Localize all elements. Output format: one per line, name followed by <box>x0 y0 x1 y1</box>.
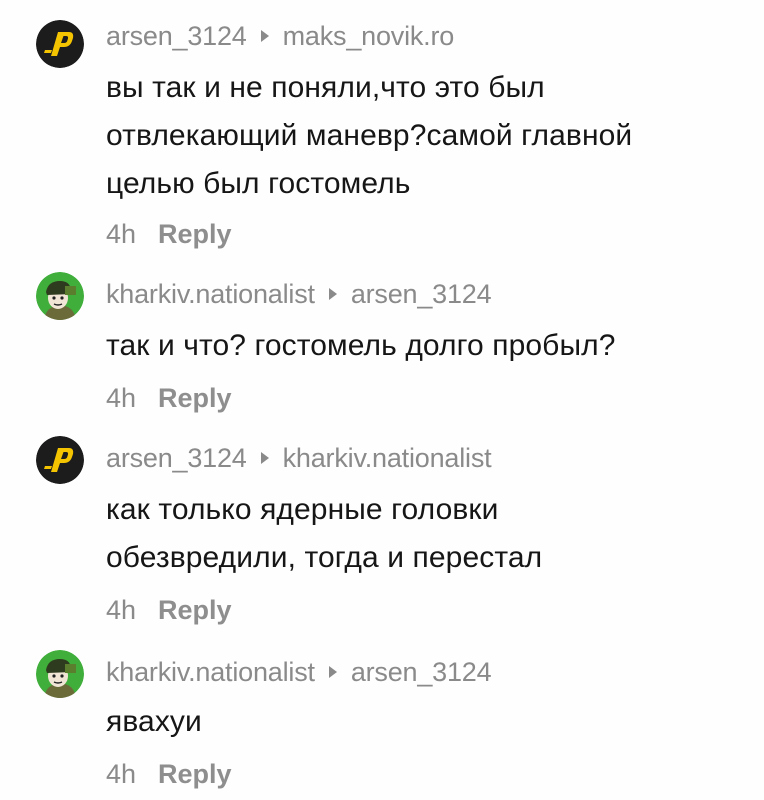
reply-button[interactable]: Reply <box>158 595 232 626</box>
comment-text-line: так и что? гостомель долго пробыл? <box>106 329 616 362</box>
reply-arrow-icon <box>328 666 337 678</box>
timestamp: 4h <box>106 594 137 625</box>
comment-thread: arsen_3124 maks_novik.ro вы так и не пон… <box>0 0 764 800</box>
comment-text-line: отвлекающий маневр?самой главной <box>106 119 633 152</box>
avatar[interactable] <box>36 650 84 698</box>
reply-button[interactable]: Reply <box>158 759 232 790</box>
author-name[interactable]: kharkiv.nationalist <box>106 279 315 310</box>
comment-footer: 4h Reply <box>106 756 232 792</box>
comment-footer: 4h Reply <box>106 216 232 252</box>
comment-footer: 4h Reply <box>106 380 232 416</box>
reply-to-name[interactable]: maks_novik.ro <box>283 21 455 52</box>
reply-to-name[interactable]: arsen_3124 <box>351 279 492 310</box>
comment-text: вы так и не поняли,что это был отвлекающ… <box>106 64 746 208</box>
comment-text-line: вы так и не поняли,что это был <box>106 71 545 104</box>
comment-text: как только ядерные головки обезвредили, … <box>106 486 746 582</box>
avatar[interactable] <box>36 272 84 320</box>
comment-text: явахуи <box>106 698 746 746</box>
avatar[interactable] <box>36 436 84 484</box>
p-logo-icon <box>36 20 84 68</box>
comment-text-line: как только ядерные головки <box>106 493 499 526</box>
comment-meta: arsen_3124 maks_novik.ro <box>106 18 454 54</box>
soldier-cartoon-icon <box>36 650 84 698</box>
reply-arrow-icon <box>260 452 269 464</box>
comment-text: так и что? гостомель долго пробыл? <box>106 322 746 370</box>
timestamp: 4h <box>106 218 137 249</box>
p-logo-icon <box>36 436 84 484</box>
reply-arrow-icon <box>328 288 337 300</box>
comment-text-line: обезвредили, тогда и перестал <box>106 541 543 574</box>
comment-meta: kharkiv.nationalist arsen_3124 <box>106 654 492 690</box>
reply-to-name[interactable]: arsen_3124 <box>351 657 492 688</box>
author-name[interactable]: kharkiv.nationalist <box>106 657 315 688</box>
reply-button[interactable]: Reply <box>158 219 232 250</box>
reply-to-name[interactable]: kharkiv.nationalist <box>283 443 492 474</box>
timestamp: 4h <box>106 382 137 413</box>
comment-text-line: явахуи <box>106 705 202 738</box>
comment-footer: 4h Reply <box>106 592 232 628</box>
comment-meta: kharkiv.nationalist arsen_3124 <box>106 276 492 312</box>
author-name[interactable]: arsen_3124 <box>106 21 247 52</box>
timestamp: 4h <box>106 758 137 789</box>
comment-meta: arsen_3124 kharkiv.nationalist <box>106 440 492 476</box>
reply-arrow-icon <box>260 30 269 42</box>
soldier-cartoon-icon <box>36 272 84 320</box>
avatar[interactable] <box>36 20 84 68</box>
author-name[interactable]: arsen_3124 <box>106 443 247 474</box>
reply-button[interactable]: Reply <box>158 383 232 414</box>
comment-text-line: целью был гостомель <box>106 167 411 200</box>
